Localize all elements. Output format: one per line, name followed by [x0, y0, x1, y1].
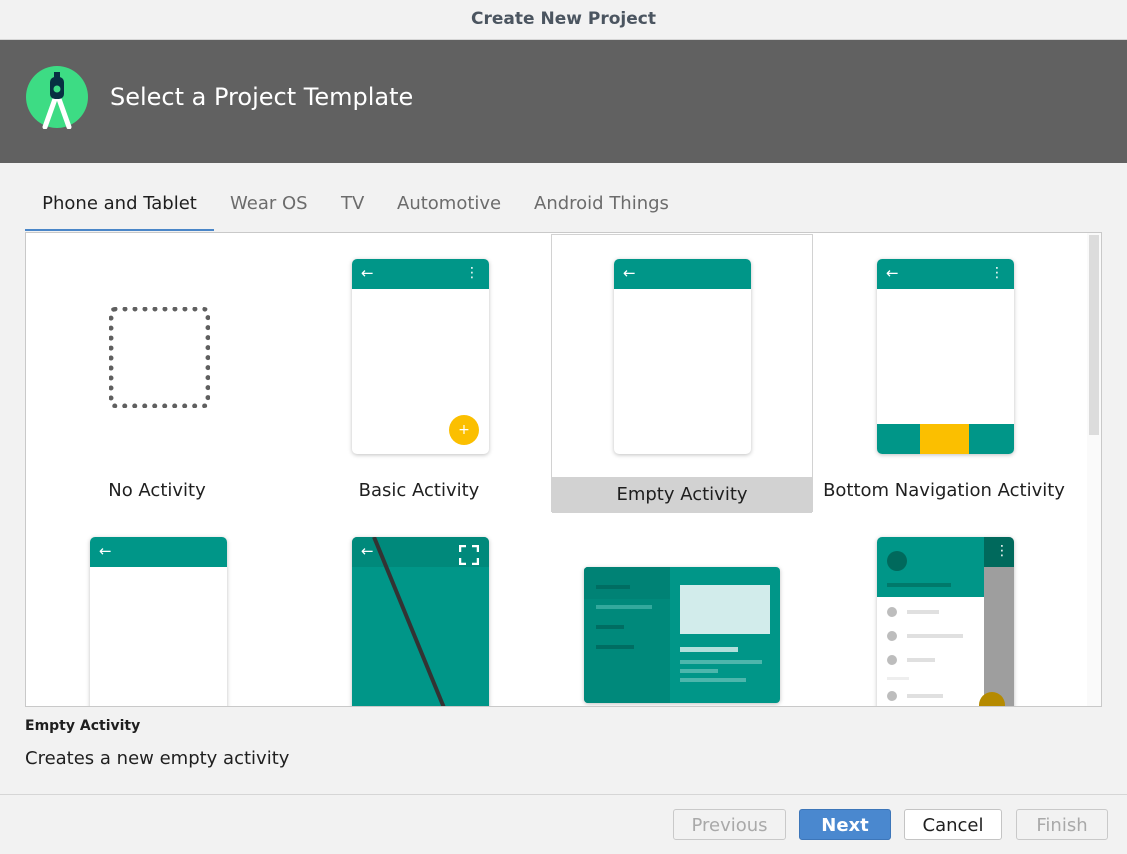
fab-icon — [979, 692, 1005, 706]
detail-line — [680, 669, 718, 673]
dialog-header: Select a Project Template — [0, 40, 1127, 163]
drawer-item-dot — [887, 607, 897, 617]
detail-line — [680, 678, 746, 682]
template-label: Bottom Navigation Activity — [823, 480, 1065, 501]
overflow-menu-icon: ⋮ — [990, 265, 1004, 281]
drawer-item-line — [907, 634, 963, 638]
template-empty-activity[interactable]: ← Empty Activity — [551, 234, 813, 513]
tab-wear-os[interactable]: Wear OS — [230, 193, 308, 229]
master-pane — [584, 567, 670, 703]
dialog-footer: Previous Next Cancel Finish — [0, 794, 1127, 854]
drawer-preview: ⋮ — [877, 537, 1014, 706]
window-titlebar: Create New Project — [0, 0, 1127, 40]
grid-scrollbar-thumb[interactable] — [1089, 235, 1099, 435]
template-row2-2[interactable]: ← — [288, 512, 550, 706]
master-list-line — [596, 625, 624, 629]
finish-button[interactable]: Finish — [1016, 809, 1108, 840]
drawer-item-dot — [887, 691, 897, 701]
tab-automotive[interactable]: Automotive — [397, 193, 501, 229]
drawer-item-dot — [887, 631, 897, 641]
overflow-menu-icon: ⋮ — [465, 265, 479, 281]
drawer-item-line — [907, 610, 939, 614]
drawer-item-line — [907, 694, 943, 698]
template-row2-4[interactable]: ⋮ — [813, 512, 1075, 706]
detail-line — [680, 660, 762, 664]
template-label: Basic Activity — [358, 480, 480, 501]
phone-preview: ← ⋮ + — [352, 259, 489, 454]
android-studio-logo-icon — [26, 66, 88, 129]
selected-template-title: Empty Activity — [25, 718, 141, 734]
master-list-line — [596, 605, 652, 609]
app-bar: ← ⋮ — [877, 259, 1014, 289]
page-title: Select a Project Template — [110, 83, 414, 111]
diagonal-line-decoration — [372, 537, 446, 706]
template-basic-activity[interactable]: ← ⋮ + Basic Activity — [288, 233, 550, 511]
tab-tv[interactable]: TV — [341, 193, 364, 229]
back-arrow-icon: ← — [623, 264, 636, 282]
template-no-activity[interactable]: No Activity — [26, 233, 288, 511]
back-arrow-icon: ← — [99, 542, 112, 560]
template-row2-1[interactable]: ← — [26, 512, 288, 706]
template-row2-3[interactable] — [551, 512, 813, 706]
template-grid: No Activity ← ⋮ + Basic Activity ← Empty… — [25, 232, 1102, 707]
dashed-placeholder-icon — [109, 307, 210, 408]
phone-preview: ← — [90, 537, 227, 706]
previous-button[interactable]: Previous — [673, 809, 786, 840]
drawer-header — [877, 537, 984, 597]
drawer-divider — [887, 677, 909, 680]
next-button[interactable]: Next — [799, 809, 891, 840]
back-arrow-icon: ← — [886, 264, 899, 282]
back-arrow-icon: ← — [361, 264, 374, 282]
app-bar: ← — [90, 537, 227, 567]
selected-template-description: Creates a new empty activity — [25, 748, 290, 769]
detail-image — [680, 585, 770, 634]
bottom-navigation-selected-item — [920, 424, 969, 454]
drawer-panel — [877, 537, 984, 706]
master-list-line — [596, 585, 630, 589]
drawer-header-line — [887, 583, 951, 587]
drawer-item-line — [907, 658, 935, 662]
cancel-button[interactable]: Cancel — [904, 809, 1002, 840]
tab-android-things[interactable]: Android Things — [534, 193, 669, 229]
master-pane-header — [584, 567, 670, 599]
template-label: No Activity — [108, 480, 206, 501]
window-title: Create New Project — [471, 9, 656, 29]
drawer-item-dot — [887, 655, 897, 665]
app-bar: ← ⋮ — [352, 259, 489, 289]
tab-phone-and-tablet[interactable]: Phone and Tablet — [25, 193, 214, 231]
overflow-menu-icon: ⋮ — [995, 543, 1009, 559]
phone-preview: ← — [614, 259, 751, 454]
bottom-navigation-bar — [877, 424, 1014, 454]
fullscreen-preview: ← — [352, 537, 489, 706]
app-bar-strip: ⋮ — [984, 537, 1014, 567]
template-label: Empty Activity — [552, 477, 812, 513]
tablet-preview — [584, 567, 780, 703]
master-list-line — [596, 645, 634, 649]
grid-scrollbar[interactable] — [1087, 233, 1101, 706]
fab-icon: + — [449, 415, 479, 445]
template-bottom-navigation-activity[interactable]: ← ⋮ Bottom Navigation Activity — [813, 233, 1075, 511]
phone-preview: ← ⋮ — [877, 259, 1014, 454]
drawer-avatar — [887, 551, 907, 571]
app-bar: ← — [614, 259, 751, 289]
detail-line — [680, 647, 738, 652]
